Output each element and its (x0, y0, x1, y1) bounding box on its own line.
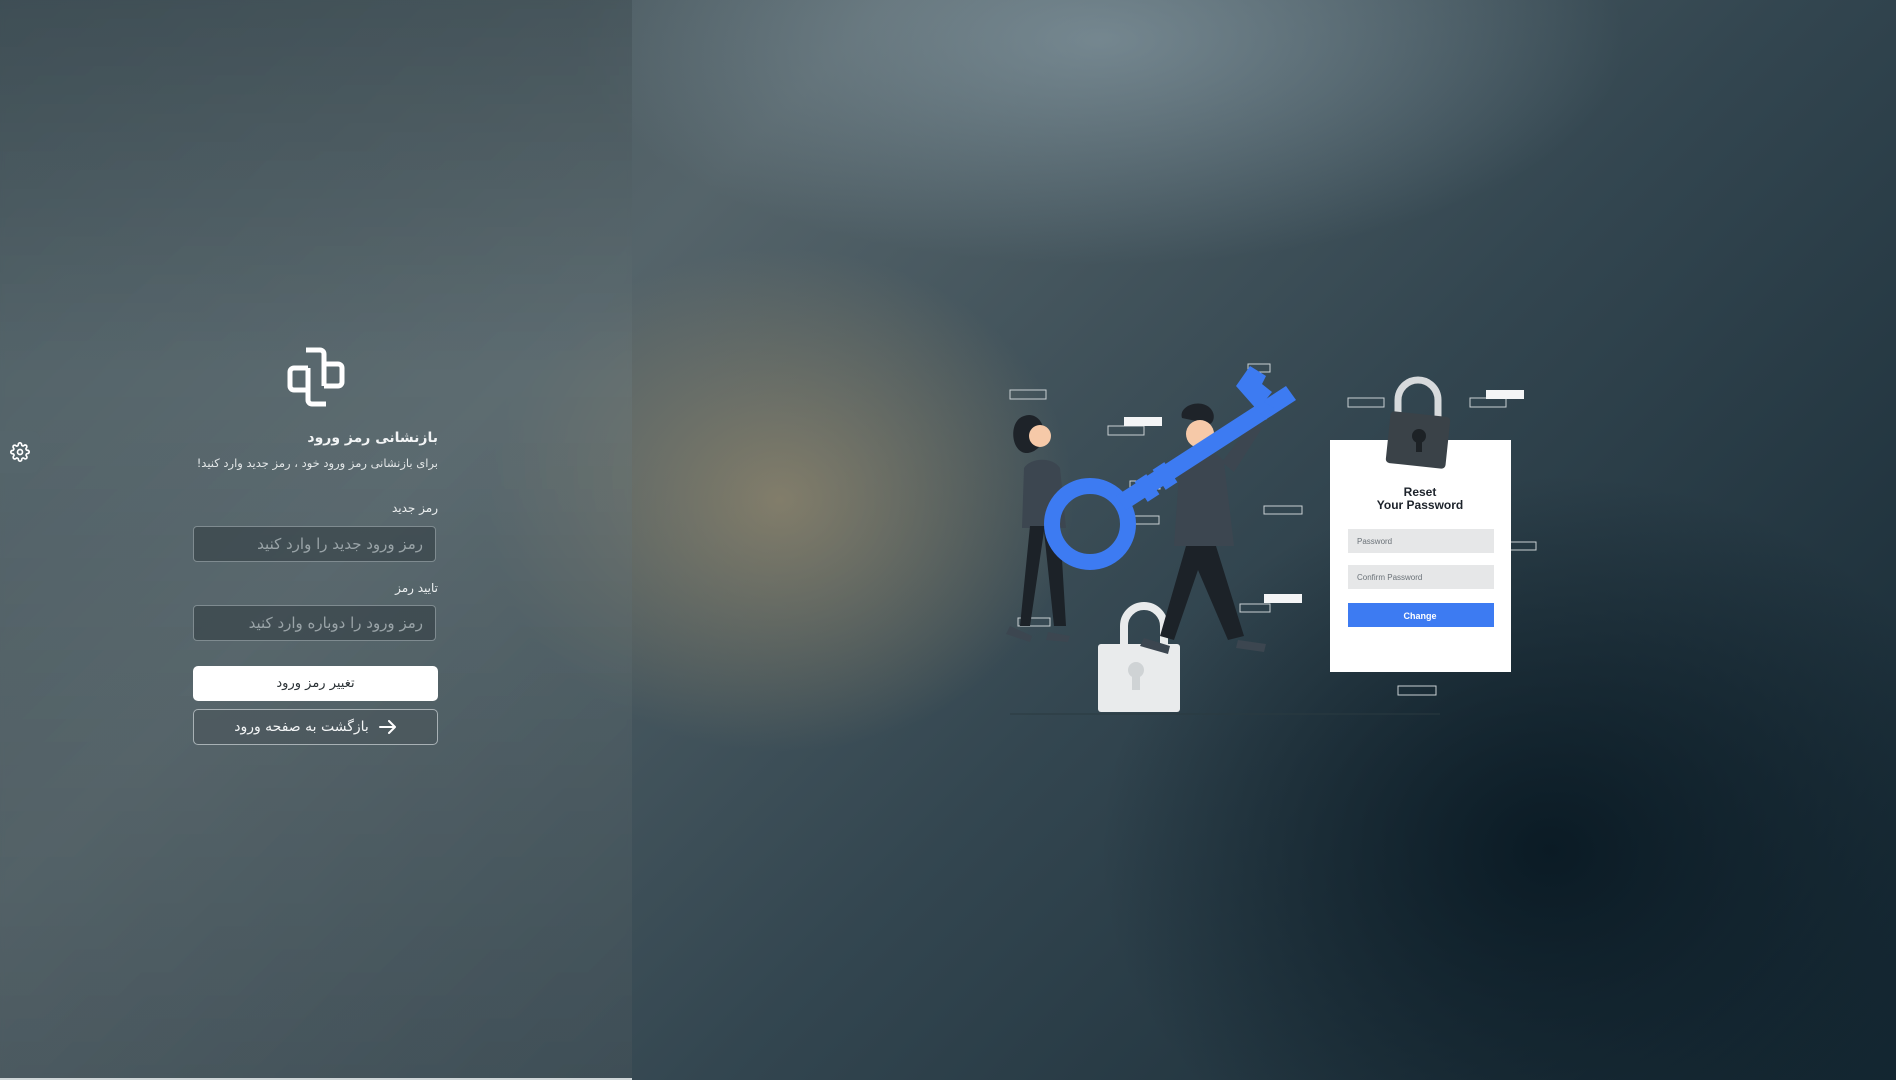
change-password-label: تغییر رمز ورود (276, 676, 355, 691)
confirm-password-input[interactable] (193, 605, 436, 641)
new-password-label: رمز جدید (391, 501, 438, 515)
back-to-login-label: بازگشت به صفحه ورود (234, 719, 369, 735)
new-password-input[interactable] (193, 526, 436, 562)
card-change-button-label: Change (1403, 611, 1436, 621)
card-password-placeholder: Password (1357, 537, 1392, 546)
reset-password-illustration: Reset Your Password Password Confirm Pas… (1006, 363, 1537, 715)
card-confirm-placeholder: Confirm Password (1357, 573, 1422, 582)
reset-card: Reset Your Password Password Confirm Pas… (1330, 440, 1511, 672)
key-icon (1044, 366, 1296, 570)
card-title-line2: Your Password (1377, 498, 1463, 512)
arrow-right-icon (378, 720, 396, 734)
padlock-icon (1385, 376, 1451, 469)
confirm-password-label: تایید رمز (395, 581, 438, 595)
card-title-line1: Reset (1404, 485, 1437, 499)
change-password-button[interactable]: تغییر رمز ورود (193, 666, 438, 701)
back-to-login-button[interactable]: بازگشت به صفحه ورود (193, 709, 438, 745)
page-title: بازنشانی رمز ورود (307, 430, 438, 446)
settings-button[interactable] (0, 431, 40, 473)
page-subtitle: برای بازنشانی رمز ورود خود ، رمز جدید وا… (196, 456, 438, 470)
logo-icon (287, 347, 345, 407)
gear-icon (10, 442, 30, 462)
woman-figure (1006, 414, 1070, 642)
